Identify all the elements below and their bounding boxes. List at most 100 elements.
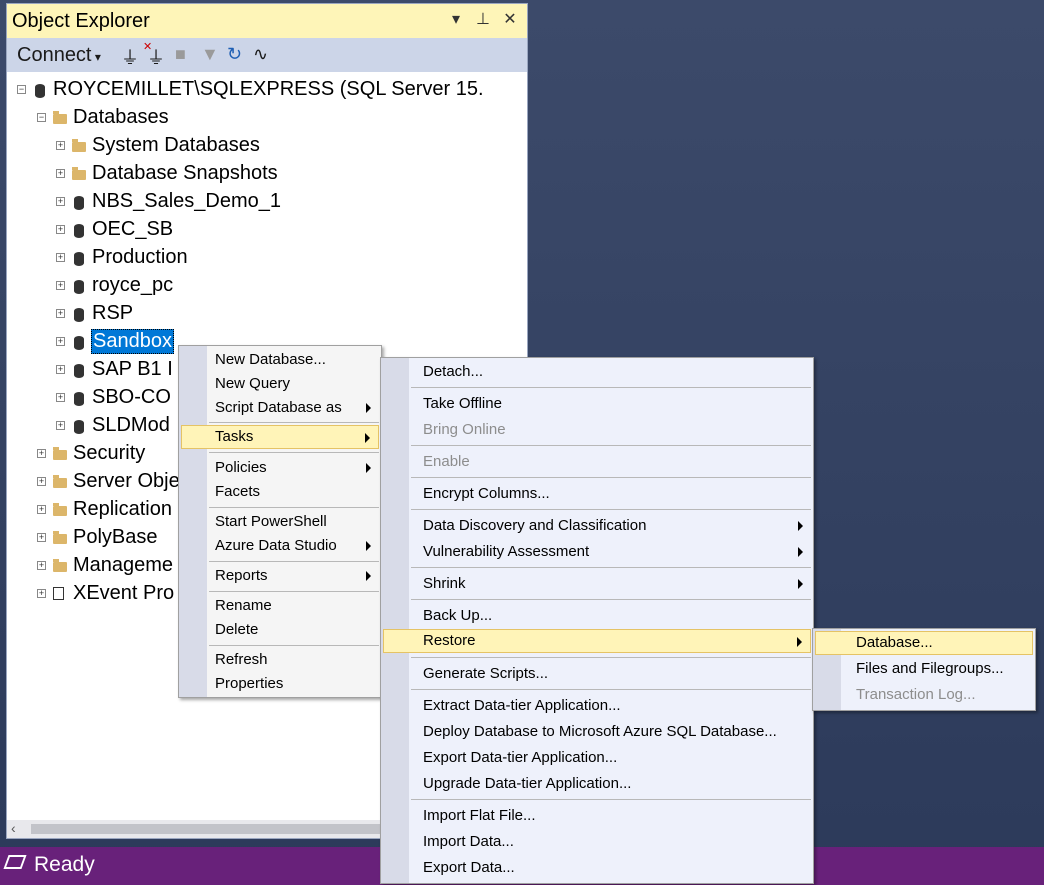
menu-item-shrink[interactable]: Shrink	[383, 572, 811, 596]
menu-separator	[209, 452, 379, 453]
expand-icon[interactable]: +	[56, 197, 65, 206]
expand-icon[interactable]: +	[56, 253, 65, 262]
expand-icon[interactable]: +	[56, 393, 65, 402]
tree-node-label: XEvent Pro	[73, 582, 175, 604]
expand-icon[interactable]: +	[37, 477, 46, 486]
menu-item-new-query[interactable]: New Query	[181, 372, 379, 396]
expand-icon[interactable]: +	[56, 141, 65, 150]
menu-item-label: Back Up...	[423, 607, 493, 624]
scroll-left-icon[interactable]: ‹	[11, 820, 16, 836]
menu-item-extract-data-tier-application[interactable]: Extract Data-tier Application...	[383, 694, 811, 718]
stop-icon[interactable]: ■	[175, 44, 186, 65]
menu-separator	[411, 445, 811, 446]
menu-item-label: Files and Filegroups...	[856, 660, 1004, 677]
menu-item-restore-transaction-log[interactable]: Transaction Log...	[815, 683, 1033, 707]
menu-item-refresh[interactable]: Refresh	[181, 648, 379, 672]
expand-icon[interactable]: +	[56, 309, 65, 318]
menu-item-enable[interactable]: Enable	[383, 450, 811, 474]
menu-item-properties[interactable]: Properties	[181, 672, 379, 696]
menu-item-export-data-tier-application[interactable]: Export Data-tier Application...	[383, 746, 811, 770]
database-icon	[74, 364, 84, 378]
database-icon	[74, 252, 84, 266]
menu-separator	[209, 591, 379, 592]
activity-monitor-icon[interactable]: ∿	[253, 44, 268, 65]
menu-item-export-data[interactable]: Export Data...	[383, 856, 811, 880]
menu-item-reports[interactable]: Reports	[181, 564, 379, 588]
menu-item-policies[interactable]: Policies	[181, 456, 379, 480]
close-icon[interactable]: ✕	[501, 9, 519, 29]
menu-item-start-powershell[interactable]: Start PowerShell	[181, 510, 379, 534]
menu-item-generate-scripts[interactable]: Generate Scripts...	[383, 662, 811, 686]
expand-icon[interactable]: +	[37, 589, 46, 598]
menu-separator	[411, 799, 811, 800]
menu-item-facets[interactable]: Facets	[181, 480, 379, 504]
expand-icon[interactable]: +	[37, 561, 46, 570]
menu-separator	[209, 561, 379, 562]
menu-item-vulnerability-assessment[interactable]: Vulnerability Assessment	[383, 540, 811, 564]
expand-icon[interactable]: +	[37, 449, 46, 458]
expand-icon[interactable]: +	[56, 225, 65, 234]
auto-hide-pin-icon[interactable]: ⊥	[474, 9, 492, 29]
refresh-icon[interactable]: ↻	[227, 44, 242, 65]
menu-item-import-flat-file[interactable]: Import Flat File...	[383, 804, 811, 828]
menu-item-detach[interactable]: Detach...	[383, 360, 811, 384]
menu-item-label: Data Discovery and Classification	[423, 517, 647, 534]
collapse-icon[interactable]: −	[37, 113, 46, 122]
expand-icon[interactable]: +	[56, 281, 65, 290]
menu-item-tasks[interactable]: Tasks	[181, 425, 379, 449]
menu-item-label: Import Data...	[423, 833, 514, 850]
scrollbar-thumb[interactable]	[31, 824, 431, 834]
expand-icon[interactable]: +	[56, 365, 65, 374]
tree-node-label: OEC_SB	[92, 218, 174, 240]
expand-icon[interactable]: +	[56, 337, 65, 346]
expand-icon[interactable]: +	[37, 533, 46, 542]
tree-node-label: SBO-CO	[92, 386, 171, 408]
menu-item-take-offline[interactable]: Take Offline	[383, 392, 811, 416]
expand-icon[interactable]: +	[56, 421, 65, 430]
menu-item-restore-files-and-filegroups[interactable]: Files and Filegroups...	[815, 657, 1033, 681]
menu-item-rename[interactable]: Rename	[181, 594, 379, 618]
database-icon	[74, 420, 84, 434]
collapse-icon[interactable]: −	[17, 85, 26, 94]
restore-submenu: Database... Files and Filegroups... Tran…	[812, 628, 1036, 711]
menu-item-delete[interactable]: Delete	[181, 618, 379, 642]
disconnect-icon[interactable]: ✕ ⏚	[143, 41, 165, 70]
expand-icon[interactable]: +	[56, 169, 65, 178]
tree-node-label: Manageme	[73, 554, 174, 576]
tree-node-label: Server Obje	[73, 470, 180, 492]
menu-item-upgrade-data-tier-application[interactable]: Upgrade Data-tier Application...	[383, 772, 811, 796]
menu-item-back-up[interactable]: Back Up...	[383, 604, 811, 628]
connect-icon[interactable]: ⏚	[121, 44, 139, 70]
menu-item-label: New Database...	[215, 351, 326, 368]
menu-item-label: Extract Data-tier Application...	[423, 697, 621, 714]
menu-separator	[411, 387, 811, 388]
menu-item-import-data[interactable]: Import Data...	[383, 830, 811, 854]
menu-item-deploy-database-to-azure[interactable]: Deploy Database to Microsoft Azure SQL D…	[383, 720, 811, 744]
menu-item-data-discovery-and-classification[interactable]: Data Discovery and Classification	[383, 514, 811, 538]
menu-item-new-database[interactable]: New Database...	[181, 348, 379, 372]
menu-item-label: New Query	[215, 375, 291, 392]
menu-item-bring-online[interactable]: Bring Online	[383, 418, 811, 442]
object-explorer-titlebar: Object Explorer ▾ ⊥ ✕	[7, 4, 527, 39]
connect-button[interactable]: Connect ▾	[17, 44, 101, 67]
menu-item-label: Reports	[215, 567, 268, 584]
database-icon	[74, 280, 84, 294]
status-icon	[3, 855, 27, 869]
menu-item-label: Script Database as	[215, 399, 342, 416]
submenu-arrow-icon	[798, 547, 803, 557]
expand-icon[interactable]: +	[37, 505, 46, 514]
menu-item-script-database-as[interactable]: Script Database as	[181, 396, 379, 420]
folder-icon	[53, 503, 67, 516]
menu-item-azure-data-studio[interactable]: Azure Data Studio	[181, 534, 379, 558]
folder-icon	[53, 559, 67, 572]
filter-icon[interactable]: ▼	[201, 44, 219, 65]
menu-separator	[411, 657, 811, 658]
menu-item-label: Rename	[215, 597, 272, 614]
window-position-dropdown-icon[interactable]: ▾	[447, 9, 465, 29]
menu-item-restore[interactable]: Restore	[383, 629, 811, 653]
folder-icon	[72, 167, 86, 180]
menu-item-label: Deploy Database to Microsoft Azure SQL D…	[423, 723, 777, 740]
menu-item-restore-database[interactable]: Database...	[815, 631, 1033, 655]
menu-item-encrypt-columns[interactable]: Encrypt Columns...	[383, 482, 811, 506]
menu-separator	[209, 645, 379, 646]
